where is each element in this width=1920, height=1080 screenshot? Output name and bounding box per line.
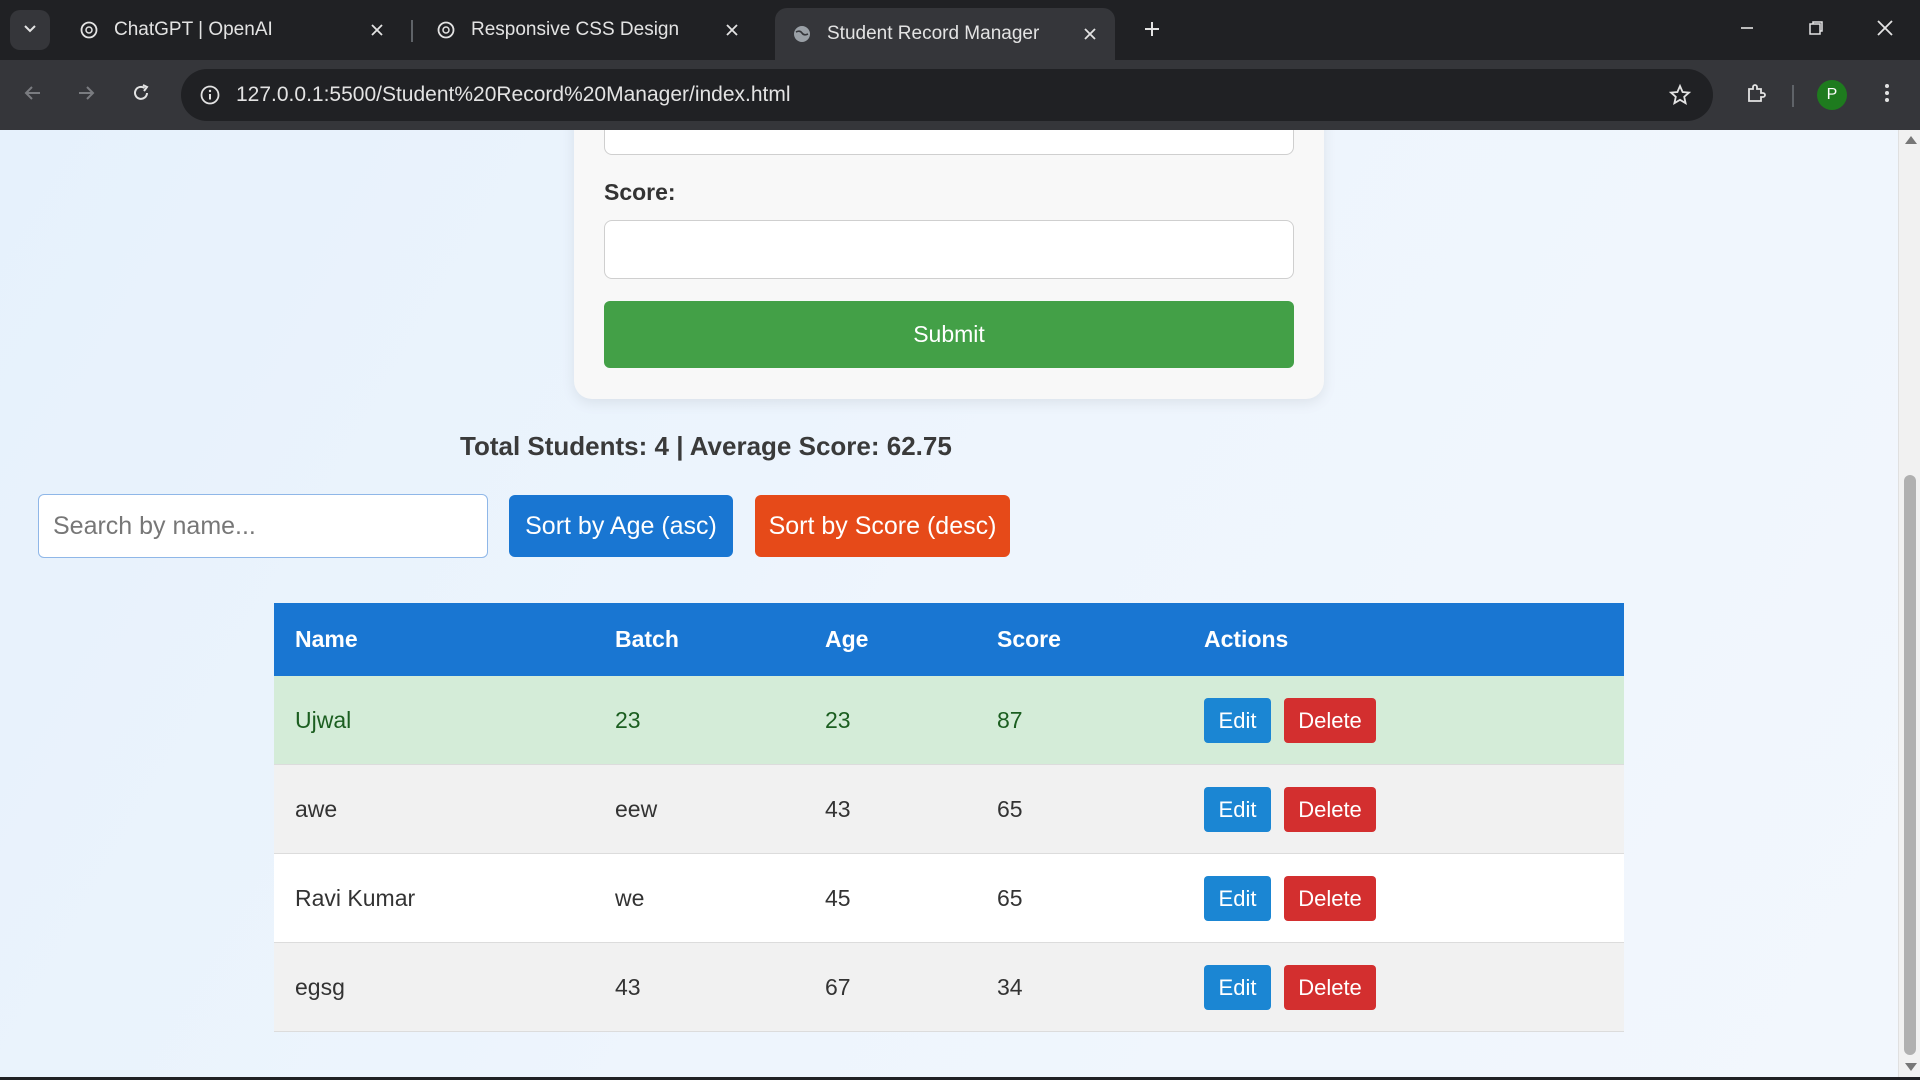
cell-name: egsg [295, 974, 345, 1000]
bookmark-star-icon[interactable] [1665, 80, 1695, 110]
browser-menu-button[interactable] [1866, 74, 1908, 116]
profile-avatar[interactable]: P [1817, 80, 1847, 110]
tab-title: Responsive CSS Design [471, 19, 680, 40]
restore-icon [1808, 20, 1824, 41]
page-viewport: Score: Submit Total Students: 4 | Averag… [0, 130, 1898, 1077]
browser-window: ChatGPT | OpenAI Responsive CSS Design S… [0, 0, 1920, 1080]
back-button[interactable] [12, 74, 54, 116]
reload-button[interactable] [120, 74, 162, 116]
cell-batch: 23 [615, 707, 641, 733]
score-label: Score: [604, 179, 676, 205]
site-info-icon[interactable] [193, 78, 227, 112]
cell-age: 23 [825, 707, 851, 733]
cell-score: 65 [997, 885, 1023, 911]
arrow-right-icon [75, 82, 97, 109]
extensions-button[interactable] [1735, 74, 1777, 116]
student-table: Name Batch Age Score Actions Ujwal 23 23… [274, 603, 1624, 1032]
cell-age: 45 [825, 885, 851, 911]
table-header: Name Batch Age Score Actions [274, 603, 1624, 676]
cell-age: 43 [825, 796, 851, 822]
close-icon [1876, 19, 1894, 42]
tab-title: Student Record Manager [827, 23, 1040, 44]
minimize-icon [1739, 20, 1755, 41]
student-form-card: Score: Submit [574, 130, 1324, 399]
close-icon[interactable] [721, 19, 743, 41]
more-vertical-icon [1883, 81, 1891, 110]
page-scrollbar[interactable] [1898, 130, 1920, 1077]
edit-button[interactable]: Edit [1204, 876, 1271, 921]
delete-button[interactable]: Delete [1284, 965, 1376, 1010]
globe-icon [791, 23, 813, 45]
address-bar[interactable]: 127.0.0.1:5500/Student%20Record%20Manage… [181, 69, 1713, 121]
cell-score: 34 [997, 974, 1023, 1000]
forward-button[interactable] [65, 74, 107, 116]
openai-icon [435, 19, 457, 41]
search-input[interactable] [38, 494, 488, 558]
cell-batch: eew [615, 796, 658, 822]
scroll-down-arrow-icon[interactable] [1905, 1063, 1917, 1071]
cell-name: Ujwal [295, 707, 352, 733]
restore-button[interactable] [1782, 0, 1850, 60]
toolbar-divider [1792, 85, 1794, 107]
url-text: 127.0.0.1:5500/Student%20Record%20Manage… [236, 83, 791, 106]
table-row: awe eew 43 65 Edit Delete [274, 765, 1624, 854]
plus-icon [1142, 19, 1162, 44]
cell-name: awe [295, 796, 338, 822]
chevron-down-icon [22, 20, 38, 41]
column-header-name: Name [295, 626, 358, 652]
edit-button[interactable]: Edit [1204, 965, 1271, 1010]
cell-batch: we [615, 885, 645, 911]
tab-student-record-manager[interactable]: Student Record Manager [775, 8, 1115, 60]
table-row: Ravi Kumar we 45 65 Edit Delete [274, 854, 1624, 943]
cell-score: 65 [997, 796, 1023, 822]
edit-button[interactable]: Edit [1204, 698, 1271, 743]
column-header-score: Score [997, 626, 1061, 652]
cell-batch: 43 [615, 974, 641, 1000]
tab-title: ChatGPT | OpenAI [114, 19, 273, 40]
delete-button[interactable]: Delete [1284, 698, 1376, 743]
table-row: Ujwal 23 23 87 Edit Delete [274, 676, 1624, 765]
sort-by-score-button[interactable]: Sort by Score (desc) [755, 495, 1010, 557]
cell-score: 87 [997, 707, 1023, 733]
browser-toolbar: 127.0.0.1:5500/Student%20Record%20Manage… [0, 60, 1920, 130]
puzzle-icon [1744, 81, 1768, 110]
column-header-batch: Batch [615, 626, 679, 652]
close-icon[interactable] [1079, 23, 1101, 45]
tab-strip: ChatGPT | OpenAI Responsive CSS Design S… [0, 0, 1920, 60]
submit-button[interactable]: Submit [604, 301, 1294, 368]
cell-age: 67 [825, 974, 851, 1000]
tab-search-button[interactable] [10, 10, 50, 50]
close-icon[interactable] [366, 19, 388, 41]
openai-icon [78, 19, 100, 41]
summary-stats: Total Students: 4 | Average Score: 62.75 [460, 431, 952, 461]
delete-button[interactable]: Delete [1284, 787, 1376, 832]
tab-separator [411, 20, 413, 42]
delete-button[interactable]: Delete [1284, 876, 1376, 921]
batch-input[interactable] [604, 130, 1294, 155]
new-tab-button[interactable] [1133, 12, 1171, 50]
scroll-up-arrow-icon[interactable] [1905, 136, 1917, 144]
close-window-button[interactable] [1851, 0, 1919, 60]
edit-button[interactable]: Edit [1204, 787, 1271, 832]
sort-by-age-button[interactable]: Sort by Age (asc) [509, 495, 733, 557]
cell-name: Ravi Kumar [295, 885, 416, 911]
tab-chatgpt[interactable]: ChatGPT | OpenAI [62, 8, 402, 52]
column-header-actions: Actions [1204, 626, 1289, 652]
table-row: egsg 43 67 34 Edit Delete [274, 943, 1624, 1032]
tab-responsive-css[interactable]: Responsive CSS Design [419, 8, 757, 52]
reload-icon [130, 82, 152, 109]
score-input[interactable] [604, 220, 1294, 279]
minimize-button[interactable] [1713, 0, 1781, 60]
column-header-age: Age [825, 626, 869, 652]
scrollbar-thumb[interactable] [1904, 475, 1916, 1055]
arrow-left-icon [22, 82, 44, 109]
